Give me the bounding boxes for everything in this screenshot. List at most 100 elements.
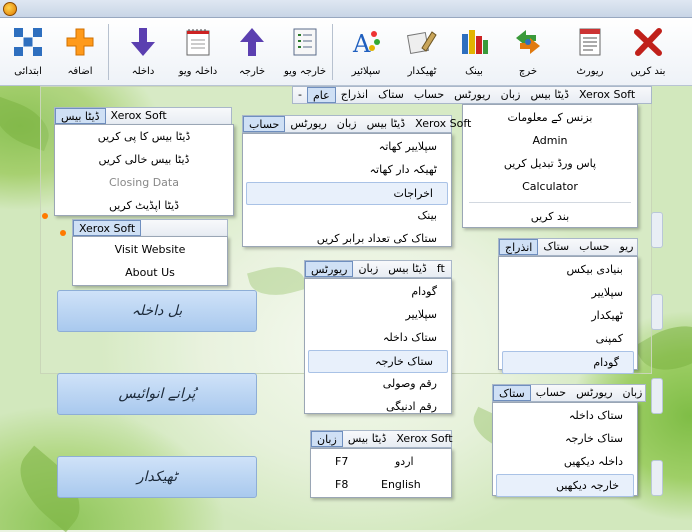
menu-separator [469, 202, 631, 203]
stock-in-item[interactable]: ستاک داخلہ [493, 405, 637, 428]
menu-language[interactable]: زبان [496, 87, 526, 103]
contractor-button-large[interactable]: ٹھیکدار [57, 456, 257, 498]
contractor-button[interactable]: ٹھیکدار [394, 22, 450, 82]
english-language-item[interactable]: F8 English [311, 474, 451, 497]
visit-website-item[interactable]: Visit Website [73, 239, 227, 262]
menu-reports-partial[interactable]: ریو [614, 239, 638, 255]
outgoing-button[interactable]: خارجہ [224, 22, 280, 82]
empty-database-item[interactable]: ڈیٹا بیس خالی کریں [55, 149, 233, 172]
contractor-item[interactable]: ٹھیکدار [499, 305, 637, 328]
menu-xerox-partial[interactable]: ft [432, 261, 450, 277]
expense-button[interactable]: خرچ [500, 22, 556, 82]
menu-database[interactable]: ڈیٹا بیس [362, 116, 411, 132]
about-us-item[interactable]: About Us [73, 262, 227, 285]
menu-account[interactable]: حساب [243, 116, 286, 132]
expenses-item[interactable]: اخراجات [246, 182, 448, 205]
received-amount-item[interactable]: رقم وصولی [305, 373, 451, 396]
plus-icon [66, 28, 94, 56]
menu-xerox-soft[interactable]: Xerox Soft [391, 431, 457, 447]
supplier-item[interactable]: سپلاییر [499, 282, 637, 305]
menu-account[interactable]: حساب [531, 385, 571, 401]
menu-language[interactable]: زبان [311, 431, 343, 447]
menu-reports[interactable]: ریورٹس [285, 116, 331, 132]
close-item[interactable]: بند کریں [463, 206, 637, 229]
supplier-report-item[interactable]: سپلاییر [305, 304, 451, 327]
menu-entry[interactable]: انذراج [336, 87, 373, 103]
urdu-label: اردو [395, 455, 414, 468]
menu-reports[interactable]: ریورٹس [571, 385, 617, 401]
view-incoming-item[interactable]: داخلہ دیکھیں [493, 451, 637, 474]
closing-data-item[interactable]: Closing Data [55, 172, 233, 195]
view-outgoing-item[interactable]: خارجہ دیکھیں [496, 474, 634, 497]
menu-database[interactable]: ڈیٹا بیس [525, 87, 574, 103]
menu-reports[interactable]: ریورٹس [449, 87, 495, 103]
menu-general[interactable]: عام [306, 87, 336, 103]
menu-stock[interactable]: ستاک [493, 385, 531, 401]
basic-packs-item[interactable]: بنیادی بیکس [499, 259, 637, 282]
menu-stock[interactable]: ستاک [373, 87, 409, 103]
add-button[interactable]: اضافہ [52, 22, 108, 82]
bank-books-icon [462, 30, 488, 54]
business-info-item[interactable]: بزنس کے معلومات [463, 107, 637, 130]
supplier-button[interactable]: A سپلائیر [338, 22, 394, 82]
database-dropdown: ڈیٹا بیس کا پی کریں ڈیٹا بیس خالی کریں C… [54, 124, 234, 216]
menu-database[interactable]: ڈیٹا بیس [55, 108, 106, 124]
edge-button[interactable] [651, 294, 663, 330]
menu-entry[interactable]: انذراج [499, 239, 539, 255]
menu-account[interactable]: حساب [409, 87, 449, 103]
menu-account[interactable]: حساب [574, 239, 614, 255]
close-x-icon [634, 28, 662, 56]
backup-database-item[interactable]: ڈیٹا بیس کا پی کریں [55, 126, 233, 149]
paid-amount-item[interactable]: رقم ادنیگی [305, 396, 451, 419]
warehouse-report-item[interactable]: گودام [305, 281, 451, 304]
language-menu-bar: زبان ڈیٹا بیس Xerox Soft [310, 430, 453, 448]
menu-xerox-soft[interactable]: Xerox Soft [106, 108, 172, 124]
bill-entry-button[interactable]: بل داخلہ [57, 290, 257, 332]
contractor-icon [406, 31, 437, 55]
menu-stock[interactable]: ستاک [538, 239, 574, 255]
menu-xerox-soft[interactable]: Xerox Soft [73, 220, 142, 236]
stock-dropdown: ستاک داخلہ ستاک خارجہ داخلہ دیکھیں خارجہ… [492, 402, 638, 497]
edge-button[interactable] [651, 212, 663, 248]
toolbar-separator [108, 24, 109, 80]
supplier-ledger-item[interactable]: سپلاییر کھاتہ [243, 136, 451, 159]
menu-database[interactable]: ڈیٹا بیس [383, 261, 432, 277]
admin-item[interactable]: Admin [463, 130, 637, 153]
main-menu-bar: - عام انذراج ستاک حساب ریورٹس زبان ڈیٹا … [292, 86, 652, 104]
menu-language[interactable]: زبان [618, 385, 648, 401]
bank-item[interactable]: بینک [243, 205, 451, 228]
menu-language[interactable]: زبان [332, 116, 362, 132]
warehouse-item[interactable]: گودام [502, 351, 634, 374]
stock-out-item[interactable]: ستاک خارجہ [493, 428, 637, 451]
stock-balance-item[interactable]: ستاک کی تعداد برابر کریں [243, 228, 451, 251]
menu-database[interactable]: ڈیٹا بیس [343, 431, 392, 447]
stock-out-report-item[interactable]: ستاک خارجہ [308, 350, 448, 373]
stock-in-report-item[interactable]: ستاک داخلہ [305, 327, 451, 350]
edge-button[interactable] [651, 378, 663, 414]
incoming-view-button[interactable]: داخلہ ویو [170, 22, 226, 82]
menu-reports[interactable]: ریورٹس [305, 261, 354, 277]
menu-language[interactable]: زبان [353, 261, 383, 277]
incoming-button[interactable]: داخلہ [115, 22, 171, 82]
outgoing-view-button[interactable]: خارجہ ویو [277, 22, 333, 82]
outgoing-view-icon [293, 28, 317, 56]
old-invoices-button[interactable]: پُرانے انوائیس [57, 373, 257, 415]
bank-button[interactable]: بینک [446, 22, 502, 82]
reports-menu-bar: ریورٹس زبان ڈیٹا بیس ft [304, 260, 452, 278]
report-button[interactable]: ریورٹ [562, 22, 618, 82]
edge-button[interactable] [651, 460, 663, 496]
menu-xerox-soft[interactable]: Xerox Soft [574, 87, 640, 103]
shortcut-label: F7 [335, 455, 349, 468]
update-data-item[interactable]: ڈیٹا اپڈیٹ کریں [55, 195, 233, 218]
menu-minimize[interactable]: - [293, 87, 307, 103]
company-item[interactable]: کمپنی [499, 328, 637, 351]
calculator-item[interactable]: Calculator [463, 176, 637, 199]
orange-dot [60, 230, 66, 236]
home-button[interactable]: ابتدائی [0, 22, 56, 82]
contractor-ledger-item[interactable]: ٹھیکہ دار کھاتہ [243, 159, 451, 182]
change-password-item[interactable]: پاس ورڈ تبدیل کریں [463, 153, 637, 176]
menu-xerox-soft[interactable]: Xerox Soft [410, 116, 476, 132]
close-button[interactable]: بند کریں [620, 22, 676, 82]
app-icon[interactable] [3, 2, 17, 16]
urdu-language-item[interactable]: F7 اردو [311, 451, 451, 474]
